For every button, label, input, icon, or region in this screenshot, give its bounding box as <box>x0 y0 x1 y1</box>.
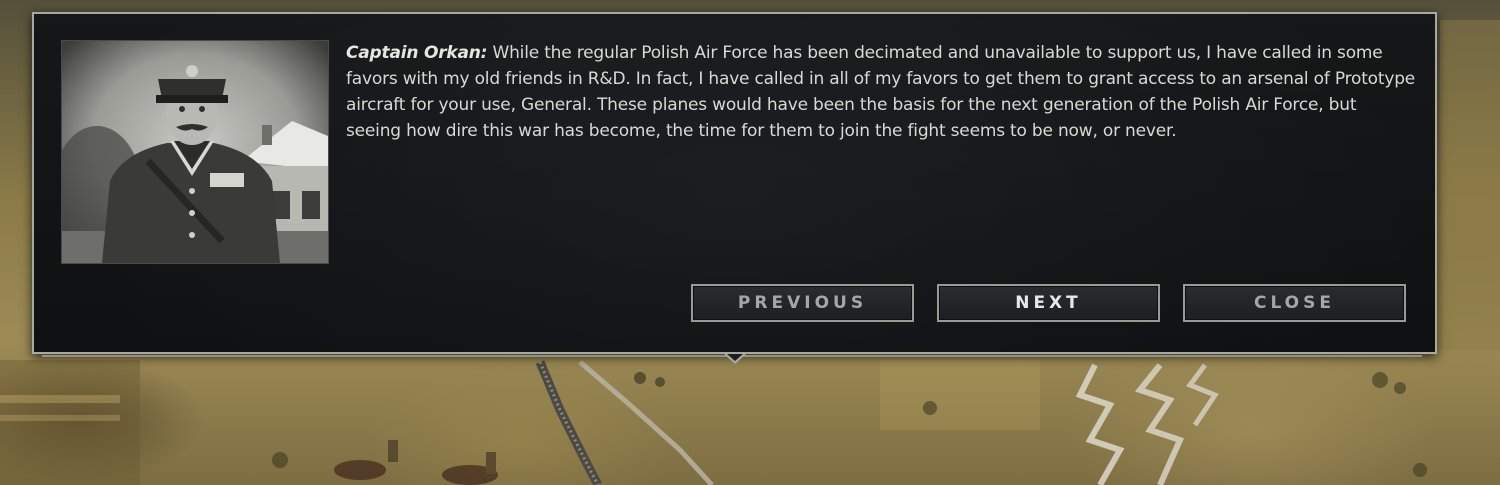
dialog-pointer-inner <box>727 354 743 361</box>
dialog-text: Captain Orkan: While the regular Polish … <box>346 40 1416 144</box>
close-button[interactable]: CLOSE <box>1183 284 1406 322</box>
dialog-panel: Captain Orkan: While the regular Polish … <box>32 12 1437 354</box>
dialog-message: While the regular Polish Air Force has b… <box>346 43 1416 141</box>
next-button[interactable]: NEXT <box>937 284 1160 322</box>
previous-button[interactable]: PREVIOUS <box>691 284 914 322</box>
speaker-name: Captain Orkan: <box>346 43 488 63</box>
officer-portrait-icon <box>62 41 328 263</box>
speaker-portrait <box>61 40 329 264</box>
